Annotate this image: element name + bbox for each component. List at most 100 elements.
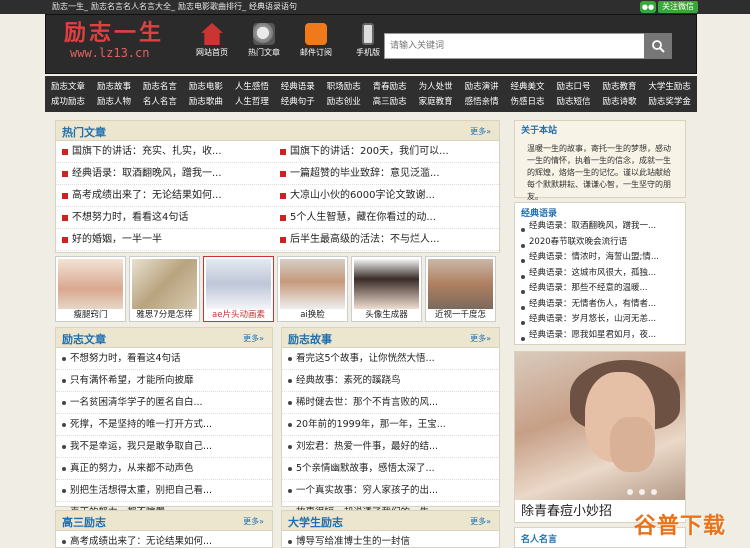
list-item[interactable]: 高考成绩出来了：无论结果如何... xyxy=(56,531,272,548)
more-link[interactable]: 更多» xyxy=(470,516,491,527)
list-item[interactable]: 只有满怀希望，才能所向披靡 xyxy=(56,370,272,392)
list-item[interactable]: 刘宏君：热爱一件事，最好的结... xyxy=(282,436,499,458)
nav-item[interactable]: 励志演讲 xyxy=(465,80,499,92)
nav-item[interactable]: 励志文章 xyxy=(51,80,85,92)
hot-item[interactable]: 国旗下的讲话：充实、扎实，收... xyxy=(58,141,268,163)
hot-item[interactable]: 大凉山小伙的6000字论文致谢... xyxy=(276,185,486,207)
list-item[interactable]: 20年前的1999年，那一年，王宝... xyxy=(282,414,499,436)
thumb-item[interactable]: 雅思7分是怎样 xyxy=(129,256,200,322)
top-link[interactable]: 励志电影歌曲排行 xyxy=(178,2,242,11)
list-item[interactable]: 看完这5个故事，让你恍然大悟... xyxy=(282,348,499,370)
thumb-item[interactable]: ai换脸 xyxy=(277,256,348,322)
about-text: 温暖一生的故事，寄托一生的梦想，感动一生的情怀，执着一生的信念，成就一生的辉煌，… xyxy=(527,144,671,201)
hot-item[interactable]: 一篇超赞的毕业致辞：意见泛滥... xyxy=(276,163,486,185)
hot-item[interactable]: 不想努力时，看看这4句话 xyxy=(58,207,268,229)
nav-item[interactable]: 名人名言 xyxy=(143,95,177,107)
more-link[interactable]: 更多» xyxy=(243,516,264,527)
search-button[interactable] xyxy=(644,33,672,59)
list-item[interactable]: 经典故事：素死的蹊跷鸟 xyxy=(282,370,499,392)
nav-item[interactable]: 励志名言 xyxy=(143,80,177,92)
nav-item[interactable]: 职场励志 xyxy=(327,80,361,92)
hot-item[interactable]: 好的婚姻，一半一半 xyxy=(58,229,268,251)
list-item[interactable]: 经典语录：这城市风很大，孤独... xyxy=(515,266,685,282)
nav-item[interactable]: 励志创业 xyxy=(327,95,361,107)
list-item[interactable]: 5个亲情幽默故事，感悟太深了... xyxy=(282,458,499,480)
nav-item[interactable]: 励志教育 xyxy=(602,80,636,92)
list-item[interactable]: 一个真实故事：穷人家孩子的出... xyxy=(282,480,499,502)
nav-item[interactable]: 励志口号 xyxy=(556,80,590,92)
list-item[interactable]: 经典语录：愿我如星君如月，夜... xyxy=(515,328,685,344)
carousel-dots[interactable] xyxy=(627,489,657,495)
nav-item[interactable]: 经典美文 xyxy=(511,80,545,92)
article-panel: 励志文章 更多» 不想努力时，看看这4句话 只有满怀希望，才能所向披靡 一名贫困… xyxy=(55,327,273,524)
nav-item[interactable]: 励志故事 xyxy=(97,80,131,92)
story-list: 看完这5个故事，让你恍然大悟... 经典故事：素死的蹊跷鸟 稀时健去世：那个不肯… xyxy=(282,348,499,524)
list-item[interactable]: 我不是幸运，我只是敢争取自己... xyxy=(56,436,272,458)
watermark-logo: 谷普下载 xyxy=(634,514,727,539)
logo-title: 励志一生 xyxy=(64,20,165,46)
nav-item[interactable]: 励志诗歌 xyxy=(602,95,636,107)
hot-item[interactable]: 5个人生智慧，藏在你看过的动... xyxy=(276,207,486,229)
nav-item[interactable]: 为人处世 xyxy=(419,80,453,92)
top-link[interactable]: 经典语录语句 xyxy=(249,2,297,11)
nav-item[interactable]: 家庭教育 xyxy=(419,95,453,107)
list-item[interactable]: 博导写给准博士生的一封信 xyxy=(282,531,499,548)
more-link[interactable]: 更多» xyxy=(470,126,491,137)
site-logo[interactable]: 励志一生 www.lz13.cn xyxy=(60,21,190,67)
list-item[interactable]: 不想努力时，看看这4句话 xyxy=(56,348,272,370)
site-header: 励志一生 www.lz13.cn 网站首页 热门文章 邮件订阅 手机版 xyxy=(45,14,697,74)
rss-shortcut[interactable]: 邮件订阅 xyxy=(290,23,342,58)
hot-row: 国旗下的讲话：充实、扎实，收... 国旗下的讲话：200天，我们可以... xyxy=(56,141,501,163)
mobile-label: 手机版 xyxy=(356,48,380,57)
home-shortcut[interactable]: 网站首页 xyxy=(186,23,238,58)
hot-item[interactable]: 国旗下的讲话：200天，我们可以... xyxy=(276,141,486,163)
thumb-item[interactable]: ae片头动画素 xyxy=(203,256,274,322)
search-input[interactable] xyxy=(384,33,644,59)
top-link[interactable]: 励志一生 xyxy=(52,2,84,11)
nav-item[interactable]: 经典句子 xyxy=(281,95,315,107)
list-item[interactable]: 经典语录：岁月悠长，山河无恙... xyxy=(515,312,685,328)
follow-wechat[interactable]: ●● 关注微信 xyxy=(640,0,698,14)
list-item[interactable]: 经典语录：情浓时，海誓山盟;情... xyxy=(515,250,685,266)
list-item[interactable]: 一名贫困清华学子的匿名自白... xyxy=(56,392,272,414)
hot-item[interactable]: 后半生最高级的活法：不与烂人... xyxy=(276,229,486,251)
nav-item[interactable]: 成功励志 xyxy=(51,95,85,107)
nav-item[interactable]: 励志电影 xyxy=(189,80,223,92)
top-link[interactable]: 励志名言名人名言大全 xyxy=(91,2,171,11)
nav-item[interactable]: 青春励志 xyxy=(373,80,407,92)
nav-item[interactable]: 励志歌曲 xyxy=(189,95,223,107)
thumb-item[interactable]: 瘦腿窍门 xyxy=(55,256,126,322)
thumb-item[interactable]: 头像生成器 xyxy=(351,256,422,322)
list-item[interactable]: 经典语录：那些不经意的温暖... xyxy=(515,281,685,297)
mobile-icon xyxy=(362,23,374,45)
nav-item[interactable]: 人生哲理 xyxy=(235,95,269,107)
nav-item[interactable]: 伤感日志 xyxy=(511,95,545,107)
nav-item[interactable]: 人生感悟 xyxy=(235,80,269,92)
list-item[interactable]: 经典语录：无情者伤人，有情者... xyxy=(515,297,685,313)
hot-item[interactable]: 经典语录：取酒翻晚风，蹭我一... xyxy=(58,163,268,185)
hot-item[interactable]: 高考成绩出来了：无论结果如何... xyxy=(58,185,268,207)
nav-item[interactable]: 感悟亲情 xyxy=(465,95,499,107)
list-item[interactable]: 死撑，不是坚持的唯一打开方式... xyxy=(56,414,272,436)
nav-item[interactable]: 大学生励志 xyxy=(648,80,691,92)
list-item[interactable]: 别把生活想得太重，别把自己看... xyxy=(56,480,272,502)
classic-list: 经典语录：取酒翻晚风，蹭我一... 2020春节联欢晚会流行语 经典语录：情浓时… xyxy=(515,219,685,343)
home-icon xyxy=(201,23,223,45)
list-item[interactable]: 经典语录：取酒翻晚风，蹭我一... xyxy=(515,219,685,235)
search-bar xyxy=(384,33,672,59)
more-link[interactable]: 更多» xyxy=(470,333,491,344)
ad-banner[interactable]: 除青春痘小妙招 xyxy=(514,351,686,523)
more-link[interactable]: 更多» xyxy=(243,333,264,344)
nav-item[interactable]: 励志奖学金 xyxy=(648,95,691,107)
list-item[interactable]: 稀时健去世：那个不肯言败的风... xyxy=(282,392,499,414)
nav-item[interactable]: 励志短信 xyxy=(556,95,590,107)
panel-title: 热门文章 xyxy=(62,126,106,139)
list-item[interactable]: 真正的努力，从来都不动声色 xyxy=(56,458,272,480)
thumb-caption: ai换脸 xyxy=(300,310,325,320)
thumb-item[interactable]: 近视一千度怎 xyxy=(425,256,496,322)
nav-item[interactable]: 经典语录 xyxy=(281,80,315,92)
nav-item[interactable]: 高三励志 xyxy=(373,95,407,107)
list-item[interactable]: 2020春节联欢晚会流行语 xyxy=(515,235,685,251)
nav-item[interactable]: 励志人物 xyxy=(97,95,131,107)
hot-shortcut[interactable]: 热门文章 xyxy=(238,23,290,58)
